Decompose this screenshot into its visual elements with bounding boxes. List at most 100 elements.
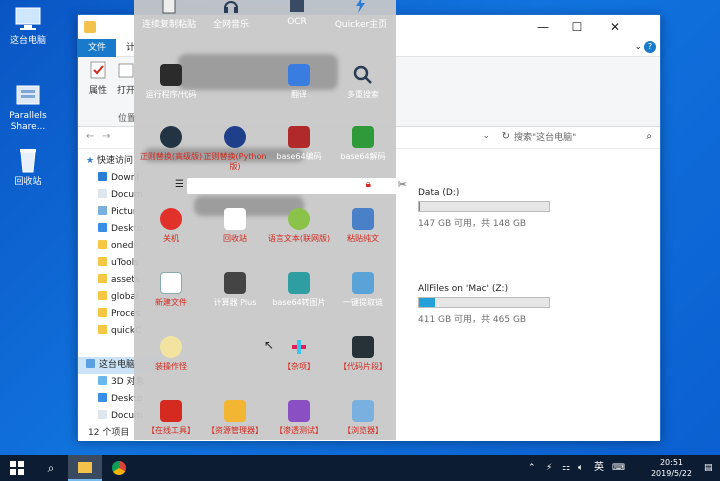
action-label: 连续复制粘贴 bbox=[141, 20, 196, 30]
desktop-folder-icon bbox=[98, 393, 107, 402]
network-icon[interactable]: ⚏ bbox=[562, 455, 570, 481]
folder-icon bbox=[98, 240, 107, 249]
action-label: 运行程序/代码 bbox=[145, 90, 197, 99]
desktop-icon-label: 回收站 bbox=[14, 177, 42, 187]
lock-icon[interactable]: 🔒︎ bbox=[366, 179, 371, 190]
drive-item[interactable]: AllFiles on 'Mac' (Z:) 411 GB 可用，共 465 G… bbox=[418, 284, 618, 325]
properties-label: 属性 bbox=[88, 86, 107, 96]
clock[interactable]: 20:51 2019/5/22 bbox=[651, 457, 692, 479]
action-label: 语言文本(联网版) bbox=[267, 234, 331, 243]
quicker-action[interactable]: 多重搜索 bbox=[330, 64, 396, 100]
quicker-action[interactable]: 正则替换(高级版) bbox=[138, 126, 204, 162]
tab-file[interactable]: 文件 bbox=[78, 39, 117, 57]
quicker-tray-icon[interactable]: ⚡ bbox=[546, 455, 552, 481]
search-button[interactable]: ⌕ bbox=[34, 455, 68, 481]
quicker-action[interactable]: 正则替换(Python版) bbox=[202, 126, 268, 172]
puzzle-icon bbox=[160, 400, 182, 422]
folder-icon bbox=[78, 462, 92, 473]
drive-usage-bar bbox=[418, 201, 550, 212]
sidebar-item-label: 这台电脑 bbox=[99, 360, 136, 370]
quicker-action[interactable]: Quicker主页 bbox=[330, 0, 392, 30]
tray-overflow-icon[interactable]: ⌃ bbox=[528, 455, 536, 481]
action-label: 【浏览器】 bbox=[343, 426, 383, 435]
notification-icon[interactable]: ▤ bbox=[704, 455, 713, 481]
quicker-action[interactable]: 连续复制粘贴 bbox=[138, 0, 200, 30]
quicker-action[interactable]: 【渗透测试】 bbox=[266, 400, 332, 436]
code-icon bbox=[352, 336, 374, 358]
quicker-action[interactable]: 装操作怪 bbox=[138, 336, 204, 372]
taskbar-explorer[interactable] bbox=[68, 455, 102, 481]
quicker-action[interactable]: base64转图片 bbox=[266, 272, 332, 308]
checkmark-icon bbox=[89, 61, 107, 79]
action-label: 新建文件 bbox=[155, 298, 187, 307]
action-label: OCR bbox=[287, 17, 307, 27]
search-icon[interactable]: ⌕ bbox=[646, 131, 652, 142]
quicker-action[interactable]: 一键提取链 bbox=[330, 272, 396, 308]
desktop-icon-parallels[interactable]: Parallels Share... bbox=[0, 80, 58, 133]
quicker-action[interactable]: 回收站 bbox=[202, 208, 268, 244]
quicker-action[interactable]: OCR bbox=[266, 0, 328, 27]
action-label: 翻译 bbox=[291, 90, 307, 99]
quicker-action[interactable]: 关机 bbox=[138, 208, 204, 244]
quicker-action[interactable]: base64编码 bbox=[266, 126, 332, 162]
quicker-action[interactable]: 【浏览器】 bbox=[330, 400, 396, 436]
back-icon[interactable]: ← bbox=[86, 131, 94, 142]
desktop-folder-icon bbox=[98, 223, 107, 232]
taskbar: ⌕ ⌃ ⚡ ⚏ 🔈︎ 英 ⌨ 20:51 2019/5/22 ▤ bbox=[0, 455, 720, 481]
help-icon[interactable]: ? bbox=[644, 41, 656, 53]
action-label: base64解码 bbox=[340, 152, 386, 161]
lightning-icon bbox=[352, 0, 370, 14]
desktop-icon-recycle-bin[interactable]: 回收站 bbox=[0, 146, 58, 188]
close-button[interactable]: ✕ bbox=[598, 15, 632, 39]
quicker-action[interactable]: 全网音乐 bbox=[200, 0, 262, 30]
volume-icon[interactable]: 🔈︎ bbox=[578, 455, 583, 481]
quicker-action[interactable]: 运行程序/代码 bbox=[138, 64, 204, 100]
drive-item[interactable]: Data (D:) 147 GB 可用，共 148 GB bbox=[418, 188, 618, 229]
minimize-button[interactable]: — bbox=[526, 15, 560, 39]
maximize-button[interactable]: ☐ bbox=[560, 15, 594, 39]
3d-objects-icon bbox=[98, 376, 107, 385]
search-input[interactable]: 搜索"这台电脑" bbox=[494, 130, 654, 146]
quicker-action[interactable]: 计算器 Plus bbox=[202, 272, 268, 308]
chevron-down-icon[interactable]: ⌄ bbox=[634, 42, 642, 52]
quicker-action[interactable]: 语言文本(联网版) bbox=[266, 208, 332, 244]
taskbar-chrome[interactable] bbox=[102, 455, 136, 481]
paste-text-icon bbox=[352, 208, 374, 230]
ocr-icon bbox=[288, 0, 306, 14]
quicker-action[interactable]: 【资源管理器】 bbox=[202, 400, 268, 436]
settings-icon[interactable]: ✂ bbox=[398, 178, 407, 191]
new-file-icon bbox=[160, 272, 182, 294]
dropdown-icon[interactable]: ⌄ bbox=[482, 131, 490, 141]
start-button[interactable] bbox=[0, 455, 34, 481]
app-icon bbox=[84, 21, 96, 33]
quicker-search-bar[interactable]: ☰ 🔒︎ ✂ bbox=[175, 178, 407, 194]
link-icon bbox=[352, 272, 374, 294]
action-label: 正则替换(高级版) bbox=[139, 152, 203, 161]
microphone-icon bbox=[288, 208, 310, 230]
chrome-icon bbox=[112, 461, 126, 475]
quicker-action[interactable]: 粘贴纯文 bbox=[330, 208, 396, 244]
keyboard-icon[interactable]: ⌨ bbox=[612, 455, 625, 481]
quicker-action[interactable]: 新建文件 bbox=[138, 272, 204, 308]
menu-icon[interactable]: ☰ bbox=[175, 179, 184, 190]
base64-decode-icon bbox=[352, 126, 374, 148]
action-label: 装操作怪 bbox=[155, 362, 187, 371]
folder-icon bbox=[98, 257, 107, 266]
quicker-action[interactable]: 翻译 bbox=[266, 64, 332, 100]
terminal-icon bbox=[160, 64, 182, 86]
forward-icon[interactable]: → bbox=[102, 131, 110, 142]
desktop-icon-this-pc[interactable]: 这台电脑 bbox=[0, 5, 58, 47]
ime-indicator[interactable]: 英 bbox=[594, 455, 604, 481]
quicker-action[interactable]: 【代码片段】 bbox=[330, 336, 396, 372]
action-label: 【杂项】 bbox=[283, 362, 315, 371]
quicker-action[interactable]: 【杂项】 bbox=[266, 336, 332, 372]
drive-usage-bar bbox=[418, 297, 550, 308]
browser-icon bbox=[352, 400, 374, 422]
drive-free-space: 147 GB 可用，共 148 GB bbox=[418, 219, 527, 229]
sidebar-item-label: Pictur bbox=[111, 207, 137, 217]
desktop-icon-label: Parallels Share... bbox=[9, 111, 47, 132]
quicker-action[interactable]: 【在线工具】 bbox=[138, 400, 204, 436]
hacker-icon bbox=[288, 400, 310, 422]
quicker-action[interactable]: base64解码 bbox=[330, 126, 396, 162]
action-label: 【代码片段】 bbox=[339, 362, 387, 371]
